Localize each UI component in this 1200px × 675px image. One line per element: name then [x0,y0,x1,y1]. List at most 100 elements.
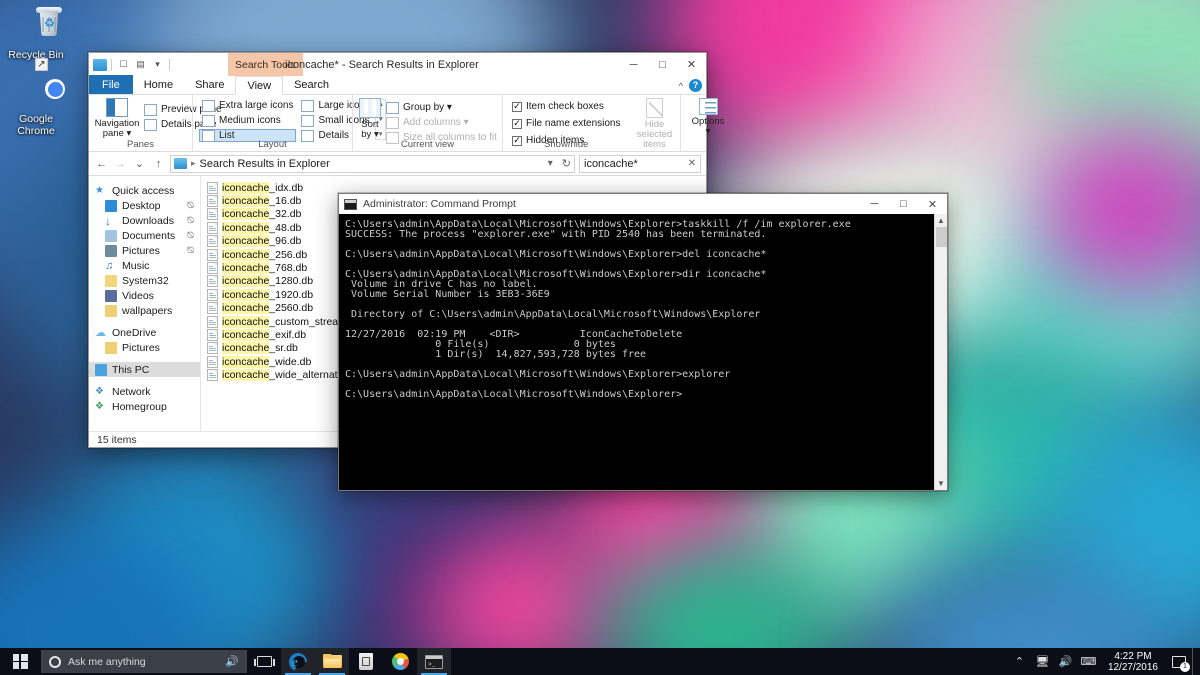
maximize-button[interactable]: □ [889,194,918,214]
nav-item-system32[interactable]: System32 [89,273,200,288]
nav-item-videos[interactable]: Videos [89,288,200,303]
ribbon-tabstrip[interactable]: File Home Share View Search ^? [89,75,706,95]
sort-by-button[interactable]: Sort by ▾ [359,97,381,140]
group-by-button[interactable]: Group by ▾ [383,101,500,114]
console-scrollbar[interactable]: ▲ ▼ [934,214,947,490]
help-icon[interactable]: ? [689,79,702,92]
minimize-button[interactable]: ─ [860,194,889,214]
customize-chevron-icon[interactable]: ▾ [150,57,165,73]
store-button[interactable] [349,648,383,675]
folder-shortcut-icon [105,304,117,317]
nav-item-network[interactable]: ❖ Network [89,384,200,399]
db-file-icon [207,275,218,288]
nav-item-pictures[interactable]: Pictures ⦰ [89,243,200,258]
action-center-button[interactable]: 1 [1166,648,1192,675]
pin-icon[interactable]: ⦰ [187,200,194,211]
scroll-down-icon[interactable]: ▼ [937,477,945,490]
up-button[interactable]: ↑ [151,156,166,172]
command-prompt-window[interactable]: Administrator: Command Prompt ─ □ ✕ C:\U… [338,193,948,491]
show-hidden-icons-button[interactable]: ⌃ [1008,648,1031,675]
ribbon-tab-view[interactable]: View [235,76,284,95]
file-explorer-button[interactable] [315,648,349,675]
system-tray[interactable]: ⌃ 🖥 🔊 ⌨ 4:22 PM 12/27/2016 1 [1008,648,1200,675]
properties-icon[interactable]: ☐ [116,57,131,73]
task-view-button[interactable] [247,648,281,675]
nav-item-label: Pictures [122,341,160,354]
start-button[interactable] [0,648,40,675]
maximize-button[interactable]: □ [648,53,677,76]
documents-icon [105,229,117,242]
nav-item-documents[interactable]: Documents ⦰ [89,228,200,243]
volume-icon[interactable]: 🔊 [1054,648,1077,675]
search-input[interactable]: Ask me anything 🔊 [41,650,247,673]
pin-icon[interactable]: ⦰ [187,245,194,256]
file-name-rest: _sr.db [269,342,298,355]
shortcut-arrow-icon: ↗ [35,58,48,71]
navigation-pane-icon [106,98,128,117]
chevron-down-icon[interactable]: ▾ [548,158,553,169]
taskbar[interactable]: Ask me anything 🔊 e >_ ⌃ 🖥 🔊 ⌨ 4:22 PM 1… [0,648,1200,675]
desktop-icon-google-chrome[interactable]: ↗ Google Chrome [4,58,68,137]
ribbon-tab-search[interactable]: Search [283,75,340,94]
homegroup-icon: ❖ [95,400,104,412]
show-desktop-button[interactable] [1192,648,1198,675]
address-bar[interactable]: ← → ⌄ ↑ ▸ Search Results in Explorer ▾ ↻… [89,152,706,176]
keyboard-icon[interactable]: ⌨ [1077,648,1100,675]
cmd-titlebar[interactable]: Administrator: Command Prompt ─ □ ✕ [339,194,947,214]
back-button[interactable]: ← [94,156,109,172]
folder-icon[interactable] [93,58,107,71]
nav-item-homegroup[interactable]: ❖ Homegroup [89,399,200,414]
minimize-button[interactable]: ─ [619,53,648,76]
breadcrumb[interactable]: ▸ Search Results in Explorer ▾ ↻ [170,154,575,173]
pin-icon[interactable]: ⦰ [187,215,194,226]
ribbon-tab-home[interactable]: Home [133,75,184,94]
scrollbar-thumb[interactable] [936,227,947,247]
collapse-ribbon-icon[interactable]: ^ [679,81,683,91]
ribbon-tab-file[interactable]: File [89,75,133,94]
network-icon[interactable]: 🖥 [1031,648,1054,675]
nav-item-pictures[interactable]: Pictures [89,340,200,355]
nav-item-music[interactable]: ♫ Music [89,258,200,273]
search-input[interactable]: iconcache* ✕ [579,154,701,173]
ribbon-tab-share[interactable]: Share [184,75,235,94]
explorer-titlebar[interactable]: ☐ ▤ ▾ Search Tools iconcache* - Search R… [89,53,706,76]
options-icon [698,98,718,115]
view-medium-icons[interactable]: Medium icons [199,114,296,127]
file-name-match: iconcache [222,221,270,234]
new-folder-icon[interactable]: ▤ [133,57,148,73]
nav-item-wallpapers[interactable]: wallpapers [89,303,200,318]
navigation-pane-button[interactable]: Navigation pane ▾ [95,97,139,139]
clear-search-icon[interactable]: ✕ [688,158,696,169]
desktop-icon-recycle-bin[interactable]: ♻ Recycle Bin [4,6,68,61]
nav-item-quick-access[interactable]: ★ Quick access [89,183,200,198]
ribbon[interactable]: Navigation pane ▾ Preview pane Details p… [89,95,724,152]
pin-icon[interactable]: ⦰ [187,230,194,241]
nav-item-downloads[interactable]: ↓ Downloads ⦰ [89,213,200,228]
edge-button[interactable]: e [281,648,315,675]
close-button[interactable]: ✕ [918,194,947,214]
this-pc-icon [95,363,107,376]
explorer-window-controls[interactable]: ─ □ ✕ [619,53,706,76]
console-output[interactable]: C:\Users\admin\AppData\Local\Microsoft\W… [339,214,947,490]
search-input-value: iconcache* [584,157,638,170]
view-extra-large-icons[interactable]: Extra large icons [199,99,296,112]
options-button[interactable]: Options ▾ [687,97,730,137]
recent-locations-button[interactable]: ⌄ [132,156,147,172]
refresh-icon[interactable]: ↻ [562,157,571,170]
clock[interactable]: 4:22 PM 12/27/2016 [1100,651,1166,673]
microphone-icon[interactable]: 🔊 [225,655,239,668]
command-prompt-button[interactable]: >_ [417,648,451,675]
nav-item-onedrive[interactable]: ☁ OneDrive [89,325,200,340]
ribbon-help-row[interactable]: ^? [679,76,702,95]
nav-item-desktop[interactable]: Desktop ⦰ [89,198,200,213]
small-icons-icon [301,114,315,127]
item-check-boxes-checkbox[interactable]: ✓ Item check boxes [509,100,624,113]
close-button[interactable]: ✕ [677,53,706,76]
medium-icons-icon [202,114,215,127]
nav-item-this-pc[interactable]: This PC [89,362,200,377]
scroll-up-icon[interactable]: ▲ [937,214,945,227]
navigation-pane[interactable]: ★ Quick access Desktop ⦰ ↓ Downloads ⦰ Document… [89,176,201,431]
file-name-extensions-checkbox[interactable]: ✓ File name extensions [509,117,624,130]
quick-access-toolbar[interactable]: ☐ ▤ ▾ [89,53,172,76]
paint-button[interactable] [383,648,417,675]
